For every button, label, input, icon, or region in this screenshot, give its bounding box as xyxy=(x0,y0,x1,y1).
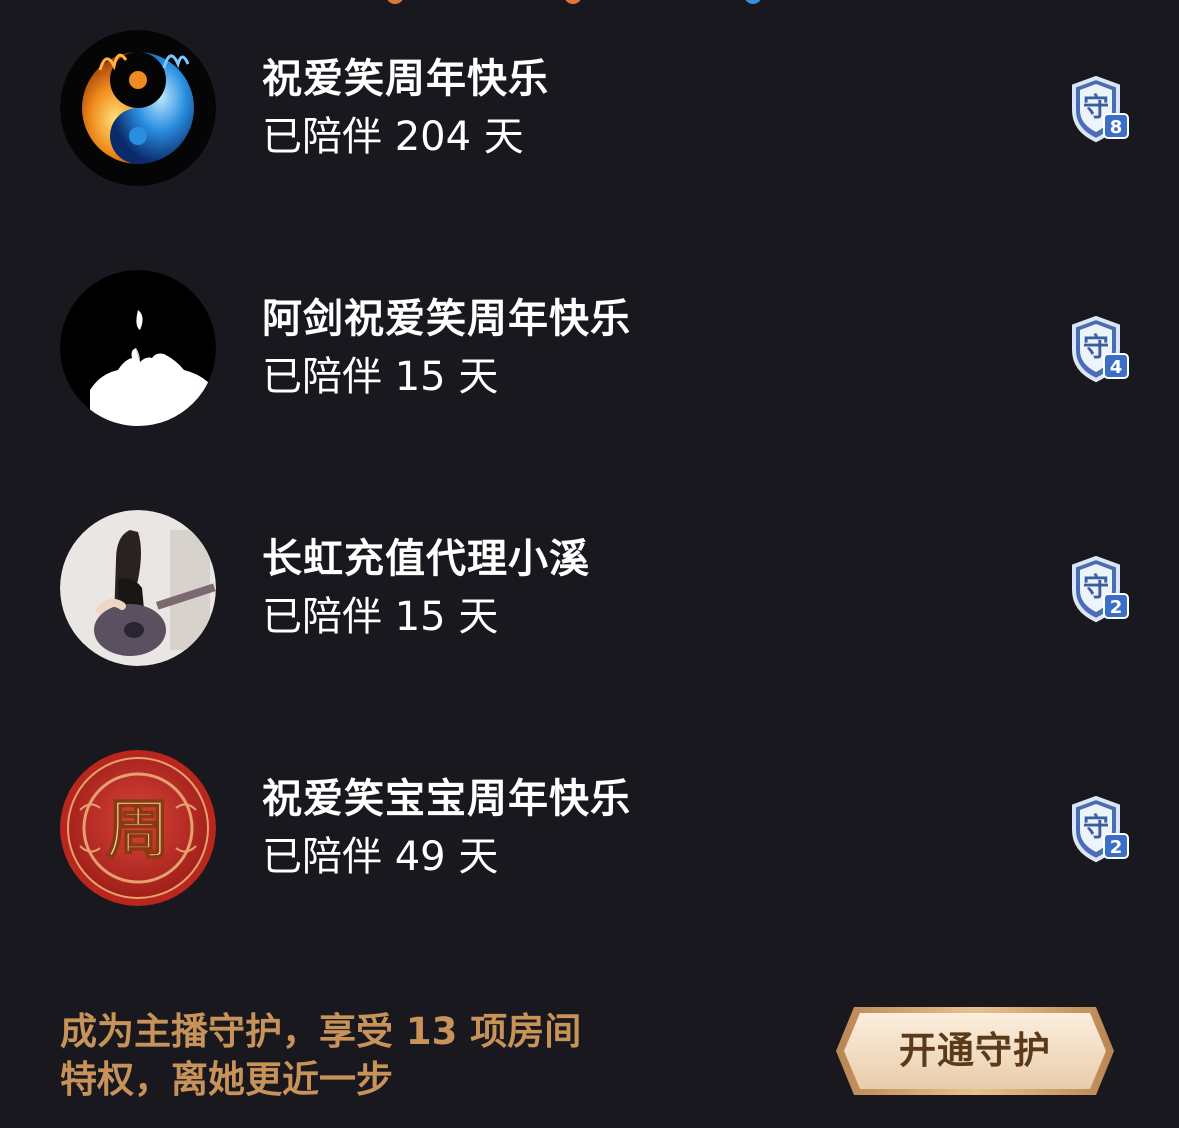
badge-level: 2 xyxy=(1110,837,1123,858)
guard-name: 祝爱笑周年快乐 xyxy=(262,56,549,102)
guard-level-badge-icon: 守 2 xyxy=(1066,554,1132,624)
badge-level: 8 xyxy=(1110,117,1123,138)
companion-days: 已陪伴 204 天 xyxy=(262,114,524,160)
guard-level-badge-icon: 守 2 xyxy=(1066,794,1132,864)
guard-list-panel: 祝爱笑周年快乐 已陪伴 204 天 守 8 阿剑祝爱笑周年快乐 已陪伴 15 天 xyxy=(0,0,1179,1128)
guard-list-item[interactable]: 周 祝爱笑宝宝周年快乐 已陪伴 49 天 守 2 xyxy=(0,750,1179,910)
companion-days: 已陪伴 15 天 xyxy=(262,354,499,400)
open-guard-button[interactable]: 开通守护 xyxy=(832,1003,1118,1099)
guard-level-badge-icon: 守 8 xyxy=(1066,74,1132,144)
top-dot-orange xyxy=(564,0,582,4)
top-dot-blue xyxy=(744,0,762,4)
yin-yang-fire-ice-avatar[interactable] xyxy=(60,30,216,186)
avatar-char: 周 xyxy=(106,793,170,868)
guard-list-item[interactable]: 祝爱笑周年快乐 已陪伴 204 天 守 8 xyxy=(0,30,1179,190)
companion-days: 已陪伴 49 天 xyxy=(262,834,499,880)
promo-line-2: 特权，离她更近一步 xyxy=(60,1058,393,1101)
top-decoration xyxy=(0,0,1179,6)
promo-line-1: 成为主播守护，享受 13 项房间 xyxy=(60,1010,582,1053)
badge-level: 2 xyxy=(1110,597,1123,618)
badge-level: 4 xyxy=(1110,357,1123,378)
companion-days: 已陪伴 15 天 xyxy=(262,594,499,640)
top-dot-orange xyxy=(386,0,404,4)
girl-guitar-avatar[interactable] xyxy=(60,510,216,666)
guard-level-badge-icon: 守 4 xyxy=(1066,314,1132,384)
silhouette-kiss-avatar[interactable] xyxy=(60,270,216,426)
zhou-seal-avatar[interactable]: 周 xyxy=(60,750,216,906)
guard-list-item[interactable]: 阿剑祝爱笑周年快乐 已陪伴 15 天 守 4 xyxy=(0,270,1179,430)
guard-list-item[interactable]: 长虹充值代理小溪 已陪伴 15 天 守 2 xyxy=(0,510,1179,670)
guard-name: 阿剑祝爱笑周年快乐 xyxy=(262,296,631,342)
guard-name: 长虹充值代理小溪 xyxy=(262,536,590,582)
guard-promo-text: 成为主播守护，享受 13 项房间 特权，离她更近一步 xyxy=(60,1008,660,1104)
open-guard-button-label: 开通守护 xyxy=(899,1029,1051,1072)
guard-name: 祝爱笑宝宝周年快乐 xyxy=(262,776,631,822)
